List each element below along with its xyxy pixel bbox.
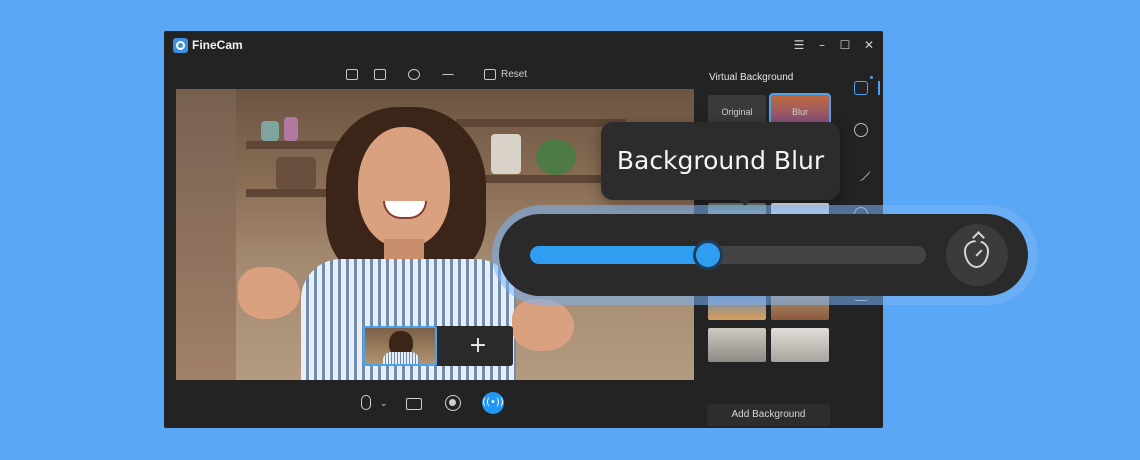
magic-wand-icon[interactable] — [851, 162, 871, 182]
portrait-icon[interactable] — [854, 81, 868, 95]
add-background-button[interactable]: Add Background — [707, 404, 830, 426]
hd-icon[interactable] — [374, 69, 386, 80]
shelf-decor — [491, 134, 521, 174]
shelf-decor — [261, 121, 279, 141]
preview-thumbnail[interactable] — [363, 326, 437, 366]
person-left-hand — [238, 267, 300, 319]
filters-icon[interactable] — [854, 123, 868, 137]
add-scene-button[interactable]: + — [466, 332, 490, 360]
background-thumbnail-label: Blur — [791, 107, 808, 117]
background-thumbnail[interactable] — [708, 328, 766, 362]
background-wall — [176, 89, 236, 380]
shelf-decor — [276, 157, 316, 189]
tooltip-text: Background Blur — [616, 146, 825, 175]
active-tab-indicator — [878, 81, 880, 95]
title-bar: FineCam ☰ – ☐ ✕ — [164, 31, 883, 59]
live-stream-button[interactable]: ((•)) — [482, 392, 504, 414]
reset-icon[interactable] — [484, 69, 496, 80]
app-title: FineCam — [192, 38, 243, 52]
shelf — [456, 119, 626, 127]
background-thumbnail-label: Original — [721, 107, 753, 117]
plant — [536, 139, 576, 175]
blur-slider-fill — [530, 246, 709, 264]
blur-toggle-button[interactable] — [946, 224, 1008, 286]
person-right-hand — [512, 299, 574, 351]
contrast-icon[interactable] — [408, 69, 420, 80]
close-icon[interactable]: ✕ — [859, 35, 879, 55]
notification-dot — [870, 76, 873, 79]
shelf-decor — [284, 117, 298, 141]
mirror-icon[interactable] — [346, 69, 358, 80]
background-blur-tooltip: Background Blur — [601, 122, 840, 206]
blur-drop-icon — [964, 240, 989, 268]
menu-icon[interactable]: ☰ — [789, 35, 809, 55]
microphone-icon[interactable] — [361, 395, 371, 410]
maximize-icon[interactable]: ☐ — [835, 35, 855, 55]
blur-slider-handle[interactable] — [693, 240, 724, 270]
thumbnail-shirt — [383, 352, 419, 364]
background-thumbnail[interactable] — [771, 328, 829, 362]
minimize-icon[interactable]: – — [812, 35, 832, 55]
record-button[interactable] — [445, 395, 461, 411]
flip-icon[interactable] — [442, 74, 454, 80]
mic-dropdown-chevron-icon[interactable]: ⌄ — [380, 399, 388, 417]
person-face — [358, 127, 450, 247]
shelf — [466, 175, 616, 183]
reset-button[interactable]: Reset — [501, 69, 527, 80]
panel-title: Virtual Background — [709, 72, 794, 83]
finecam-logo-icon — [173, 38, 188, 53]
camera-snapshot-icon[interactable] — [406, 398, 422, 410]
